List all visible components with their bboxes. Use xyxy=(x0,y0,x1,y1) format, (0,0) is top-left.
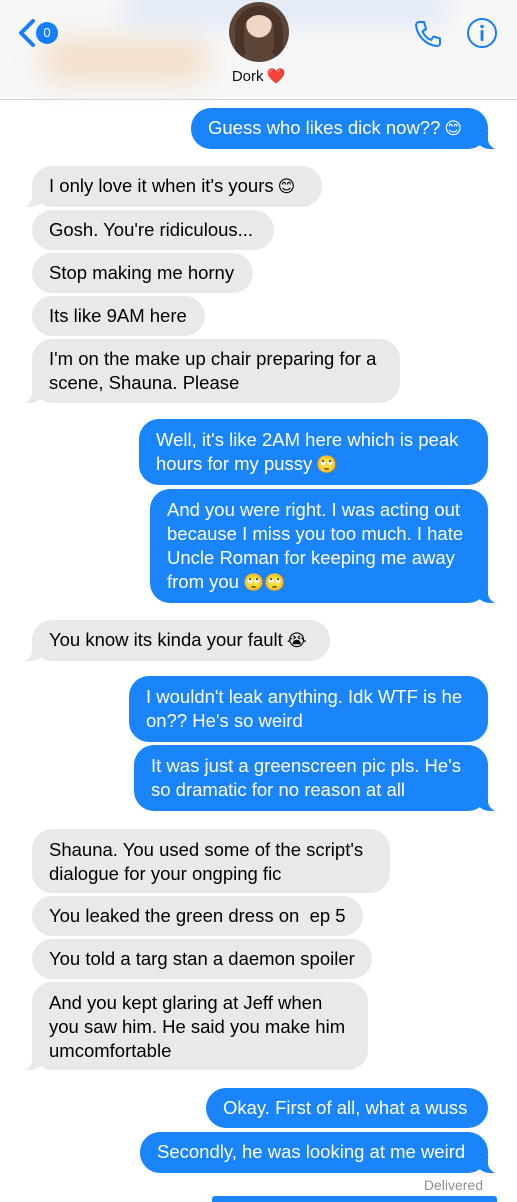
smiling-face-emoji: 😊 xyxy=(444,119,463,138)
outgoing-message[interactable]: Guess who likes dick now?? 😊 xyxy=(191,108,498,149)
incoming-message[interactable]: You leaked the green dress on ep 5 xyxy=(32,896,363,936)
message-text: You leaked the green dress on ep 5 xyxy=(49,905,346,926)
outgoing-message[interactable]: And you were right. I was acting out bec… xyxy=(150,489,498,603)
incoming-message[interactable]: And you kept glaring at Jeff when you sa… xyxy=(22,982,368,1070)
message-text: You told a targ stan a daemon spoiler xyxy=(49,948,355,969)
incoming-message[interactable]: I only love it when it's yours 😊 xyxy=(22,166,322,207)
info-icon xyxy=(467,18,497,48)
incoming-message[interactable]: Its like 9AM here xyxy=(32,296,205,336)
partial-message-edge xyxy=(212,1196,497,1202)
message-text: You know its kinda your fault xyxy=(49,629,283,650)
crying-face-emoji: 😭 xyxy=(286,631,307,650)
message-text: I only love it when it's yours xyxy=(49,175,274,196)
message-text: Well, it's like 2AM here which is peak h… xyxy=(156,429,459,474)
message-text: Secondly, he was looking at me weird xyxy=(157,1141,466,1162)
incoming-message[interactable]: Gosh. You're ridiculous... xyxy=(32,210,274,250)
incoming-message[interactable]: Shauna. You used some of the script's di… xyxy=(32,829,390,893)
message-text: And you were right. I was acting out bec… xyxy=(167,499,464,592)
eye-roll-emoji: 🙄🙄 xyxy=(242,573,286,592)
message-text: I'm on the make up chair preparing for a… xyxy=(49,348,377,393)
delivery-status: Delivered xyxy=(423,1177,483,1193)
outgoing-message[interactable]: Secondly, he was looking at me weird xyxy=(140,1132,498,1173)
message-text: Okay. First of all, what a wuss xyxy=(223,1097,468,1118)
eye-roll-emoji: 🙄 xyxy=(316,455,338,474)
conversation-header: 0 Dork ❤️ xyxy=(0,0,517,100)
message-text: I wouldn't leak anything. Idk WTF is he … xyxy=(146,686,463,731)
message-text: It was just a greenscreen pic pls. He's … xyxy=(151,755,461,800)
call-button[interactable] xyxy=(412,18,444,50)
info-button[interactable] xyxy=(466,17,498,49)
incoming-message[interactable]: I'm on the make up chair preparing for a… xyxy=(22,339,400,403)
incoming-message[interactable]: You know its kinda your fault 😭 xyxy=(22,620,330,661)
incoming-message[interactable]: Stop making me horny xyxy=(32,253,253,293)
outgoing-message[interactable]: It was just a greenscreen pic pls. He's … xyxy=(134,745,498,811)
back-button[interactable]: 0 xyxy=(16,16,64,50)
message-text: Gosh. You're ridiculous... xyxy=(49,219,254,240)
message-text: Guess who likes dick now?? xyxy=(208,117,441,138)
contact-avatar[interactable] xyxy=(229,2,289,62)
message-text: And you kept glaring at Jeff when you sa… xyxy=(49,992,346,1061)
unread-count-badge: 0 xyxy=(36,22,58,44)
outgoing-message[interactable]: Okay. First of all, what a wuss xyxy=(206,1088,488,1128)
outgoing-message[interactable]: Well, it's like 2AM here which is peak h… xyxy=(139,419,488,485)
message-text: Shauna. You used some of the script's di… xyxy=(49,839,364,884)
message-text: Stop making me horny xyxy=(49,262,235,283)
smiling-face-emoji: 😊 xyxy=(277,177,296,196)
contact-name-label: Dork xyxy=(231,68,264,85)
outgoing-message[interactable]: I wouldn't leak anything. Idk WTF is he … xyxy=(129,676,488,742)
heart-icon: ❤️ xyxy=(266,68,286,85)
incoming-message[interactable]: You told a targ stan a daemon spoiler xyxy=(32,939,372,979)
chevron-left-icon xyxy=(19,19,35,47)
phone-icon xyxy=(415,21,441,47)
message-text: Its like 9AM here xyxy=(49,305,187,326)
contact-name[interactable]: Dork ❤️ xyxy=(0,67,517,85)
